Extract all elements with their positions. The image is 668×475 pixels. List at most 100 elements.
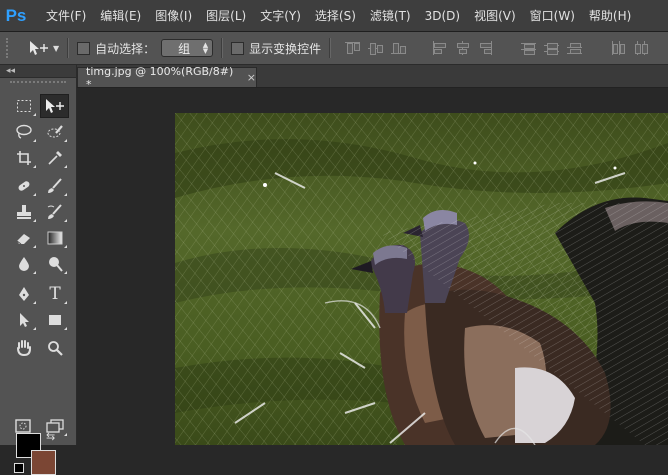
marquee-icon	[17, 100, 31, 112]
distribute-left-icon[interactable]	[610, 41, 626, 55]
photoshop-logo[interactable]: Ps	[0, 0, 32, 31]
canvas-image[interactable]	[175, 113, 668, 445]
dodge-icon	[49, 257, 63, 272]
screen-mode-button[interactable]	[42, 415, 68, 437]
type-icon: T	[49, 284, 61, 304]
auto-select-toggle[interactable]: 自动选择：	[77, 40, 155, 57]
tool-preset-picker[interactable]: ▼	[28, 40, 59, 56]
menu-image[interactable]: 图像(I)	[155, 7, 192, 24]
distribute-vcenter-icon[interactable]	[544, 41, 560, 55]
quick-mask-button[interactable]	[10, 415, 36, 437]
dodge-tool[interactable]	[42, 253, 68, 275]
auto-select-value: 组	[178, 41, 191, 56]
hand-icon	[17, 340, 31, 357]
background-color-swatch[interactable]	[31, 450, 56, 475]
divider	[329, 38, 332, 58]
zoom-tool[interactable]	[42, 337, 68, 359]
close-icon[interactable]: ×	[247, 71, 256, 84]
rectangle-icon	[49, 315, 61, 325]
default-colors-icon[interactable]	[14, 463, 24, 473]
tools-collapse[interactable]: ◂◂	[0, 65, 76, 78]
eraser-icon	[16, 234, 30, 245]
tools-panel: ◂◂ T ⇆	[0, 65, 77, 475]
canvas-workspace[interactable]	[77, 88, 668, 445]
menu-filter[interactable]: 滤镜(T)	[370, 7, 411, 24]
menu-file[interactable]: 文件(F)	[46, 7, 86, 24]
chevron-down-icon: ▼	[53, 43, 60, 53]
type-tool[interactable]: T	[42, 283, 68, 305]
stamp-tool[interactable]	[11, 201, 37, 223]
align-h-group	[432, 41, 493, 55]
screen-mode-icon	[46, 419, 64, 433]
history-brush-tool[interactable]	[42, 201, 68, 223]
show-transform-label: 显示变换控件	[249, 41, 322, 56]
brush-tool[interactable]	[42, 175, 68, 197]
brush-icon	[48, 178, 62, 193]
menu-layer[interactable]: 图层(L)	[206, 7, 246, 24]
distribute-top-icon[interactable]	[521, 41, 537, 55]
healing-brush-tool[interactable]	[11, 175, 37, 197]
path-select-icon	[20, 313, 29, 327]
distribute-v-group	[521, 41, 583, 55]
marquee-tool[interactable]	[11, 95, 37, 117]
show-transform-toggle[interactable]: 显示变换控件	[231, 40, 321, 57]
divider	[590, 38, 596, 58]
align-left-icon[interactable]	[432, 41, 447, 55]
divider	[67, 38, 70, 58]
menu-type[interactable]: 文字(Y)	[260, 7, 301, 24]
eyedropper-tool[interactable]	[42, 147, 68, 169]
distribute-h-group	[610, 41, 649, 55]
lasso-icon	[16, 124, 32, 139]
auto-select-dropdown[interactable]: 组 ▲ ▼	[161, 39, 214, 57]
blur-drop-icon	[19, 257, 29, 271]
distribute-bottom-icon[interactable]	[567, 41, 583, 55]
lasso-tool[interactable]	[11, 121, 37, 143]
path-select-tool[interactable]	[11, 309, 37, 331]
align-bottom-icon[interactable]	[391, 41, 407, 55]
document-tab-title: timg.jpg @ 100%(RGB/8#) *	[86, 64, 234, 91]
divider	[221, 38, 224, 58]
menu-select[interactable]: 选择(S)	[315, 7, 356, 24]
options-bar: ▼ 自动选择： 组 ▲ ▼ 显示变换控件	[0, 32, 668, 65]
quick-select-icon	[47, 125, 63, 138]
pen-tool[interactable]	[11, 283, 37, 305]
pen-icon	[19, 287, 29, 301]
stamp-icon	[17, 205, 31, 219]
auto-select-checkbox[interactable]	[77, 41, 91, 55]
ducks-crosshatch-image	[175, 113, 668, 445]
eyedropper-icon	[48, 151, 62, 165]
align-vcenter-icon[interactable]	[368, 41, 384, 55]
options-grip[interactable]	[6, 38, 14, 58]
quick-select-tool[interactable]	[42, 121, 68, 143]
quick-mask-icon	[15, 419, 31, 433]
menu-help[interactable]: 帮助(H)	[589, 7, 631, 24]
align-right-icon[interactable]	[478, 41, 493, 55]
menu-edit[interactable]: 编辑(E)	[100, 7, 141, 24]
menu-view[interactable]: 视图(V)	[474, 7, 516, 24]
crop-icon	[17, 151, 31, 165]
document-tab-strip: timg.jpg @ 100%(RGB/8#) * ×	[77, 65, 668, 91]
auto-select-label: 自动选择：	[95, 41, 156, 56]
tools-grip[interactable]	[10, 81, 66, 83]
gradient-tool[interactable]	[42, 227, 68, 249]
gradient-icon	[47, 231, 63, 245]
menu-bar: Ps 文件(F) 编辑(E) 图像(I) 图层(L) 文字(Y) 选择(S) 滤…	[0, 0, 668, 32]
crop-tool[interactable]	[11, 147, 37, 169]
document-tab[interactable]: timg.jpg @ 100%(RGB/8#) * ×	[77, 65, 257, 91]
menu-3d[interactable]: 3D(D)	[425, 9, 460, 23]
move-tool-icon	[30, 41, 48, 55]
blur-tool[interactable]	[11, 253, 37, 275]
healing-brush-icon	[18, 181, 30, 191]
menu-window[interactable]: 窗口(W)	[530, 7, 575, 24]
eraser-tool[interactable]	[11, 227, 37, 249]
align-group	[345, 41, 407, 55]
hand-tool[interactable]	[11, 337, 37, 359]
align-top-icon[interactable]	[345, 41, 361, 55]
show-transform-checkbox[interactable]	[231, 41, 245, 55]
distribute-hcenter-icon[interactable]	[633, 41, 649, 55]
shape-tool[interactable]	[42, 309, 68, 331]
align-hcenter-icon[interactable]	[455, 41, 470, 55]
move-tool[interactable]	[40, 94, 69, 118]
move-tool-icon	[45, 99, 64, 113]
updown-icon: ▲ ▼	[202, 41, 209, 55]
